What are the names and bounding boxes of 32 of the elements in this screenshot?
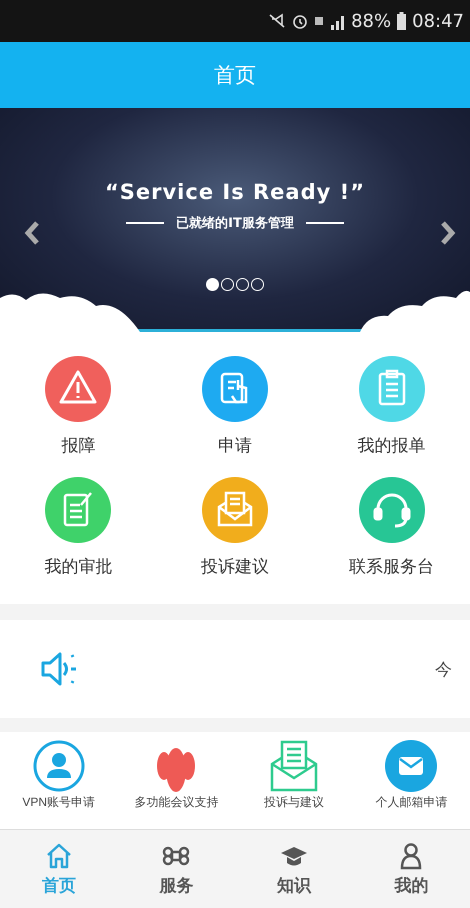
service-item[interactable]: 投诉与建议 bbox=[235, 740, 352, 829]
mail-icon bbox=[202, 477, 268, 543]
clipboard-icon bbox=[358, 356, 425, 422]
tab[interactable]: 我的 bbox=[352, 830, 470, 908]
clock-time: 08:47 bbox=[412, 10, 464, 32]
battery-percent: 88% bbox=[351, 10, 392, 32]
banner-headline: “Service Is Ready !” bbox=[104, 180, 366, 204]
service-item[interactable]: 多功能会议支持 bbox=[118, 740, 235, 829]
user-icon bbox=[32, 740, 85, 792]
service-item[interactable]: 个人邮箱申请 bbox=[352, 740, 470, 829]
carousel-dot[interactable] bbox=[251, 278, 264, 291]
quick-action[interactable]: 申请 bbox=[156, 356, 314, 457]
carousel-dot[interactable] bbox=[206, 278, 219, 291]
service-item[interactable]: VPN账号申请 bbox=[0, 740, 118, 829]
quick-action[interactable]: 我的审批 bbox=[0, 477, 157, 578]
carousel-dot[interactable] bbox=[221, 278, 234, 291]
banner-subtitle: 已就绪的IT服务管理 bbox=[176, 215, 294, 232]
headset-icon bbox=[358, 477, 425, 543]
battery-icon bbox=[397, 12, 406, 30]
envelope-icon bbox=[385, 740, 438, 792]
tab[interactable]: 知识 bbox=[235, 830, 352, 908]
quick-action[interactable]: 我的报单 bbox=[313, 356, 470, 457]
quick-action[interactable]: 报障 bbox=[0, 356, 157, 457]
warning-icon bbox=[45, 356, 112, 422]
home-icon bbox=[44, 842, 73, 870]
quick-action[interactable]: 联系服务台 bbox=[313, 477, 470, 578]
quick-action[interactable]: 投诉建议 bbox=[156, 477, 314, 578]
page-title: 首页 bbox=[214, 62, 256, 89]
tab[interactable]: 服务 bbox=[118, 830, 235, 908]
edit-icon bbox=[45, 477, 112, 543]
notice-text: 今 bbox=[435, 658, 452, 680]
carousel-dot[interactable] bbox=[236, 278, 249, 291]
